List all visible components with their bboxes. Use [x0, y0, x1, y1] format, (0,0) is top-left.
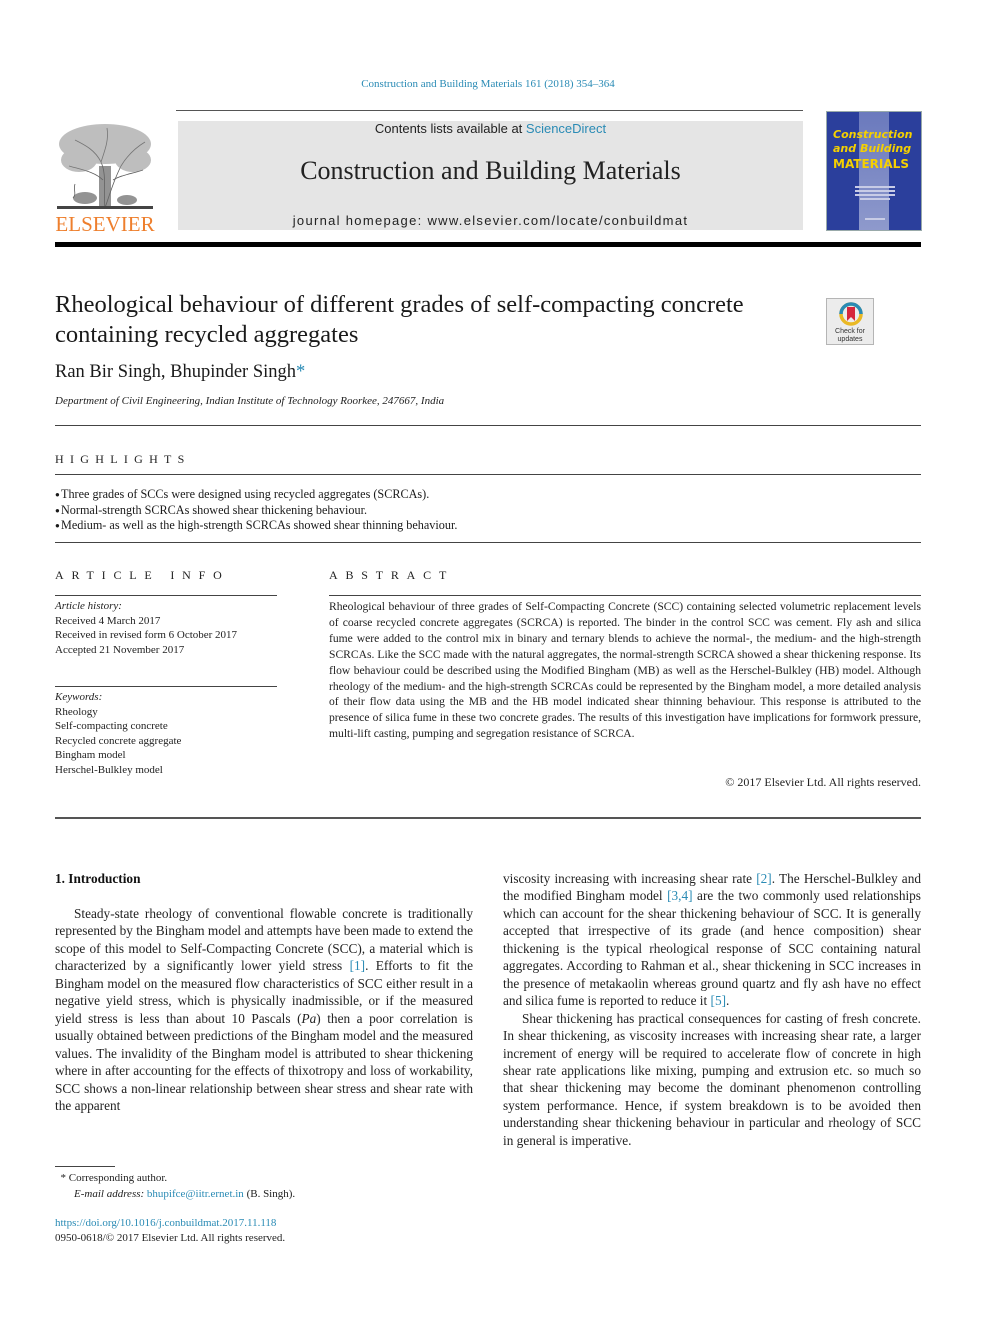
author-names: Ran Bir Singh, Bhupinder Singh [55, 362, 297, 382]
doi-link[interactable]: https://doi.org/10.1016/j.conbuildmat.20… [55, 1216, 285, 1231]
keyword-item: Bingham model [55, 749, 126, 761]
keyword-item: Self-compacting concrete [55, 720, 168, 732]
unit-pa: Pa [301, 1010, 317, 1026]
journal-title: Construction and Building Materials [300, 156, 681, 185]
elsevier-logo[interactable]: ELSEVIER [55, 120, 155, 236]
doi-block: https://doi.org/10.1016/j.conbuildmat.20… [55, 1216, 285, 1246]
highlight-item: ●Three grades of SCCs were designed usin… [55, 487, 921, 503]
journal-homepage: journal homepage: www.elsevier.com/locat… [178, 213, 803, 228]
check-updates-line2: updates [837, 335, 863, 343]
body-column-right: viscosity increasing with increasing she… [503, 870, 921, 1149]
homepage-label: journal homepage: [292, 213, 428, 228]
corresponding-author-note: * Corresponding author. [55, 1170, 295, 1186]
elsevier-tree-icon [57, 124, 153, 209]
masthead-top-rule [176, 110, 803, 111]
divider [55, 542, 921, 543]
cover-fine-print [855, 186, 895, 188]
article-history-label: Article history: [55, 600, 122, 612]
citation-ref-5[interactable]: [5] [711, 993, 727, 1008]
contents-prefix: Contents lists available at [374, 121, 526, 136]
journal-citation-link[interactable]: Construction and Building Materials 161 … [0, 78, 976, 90]
divider [55, 686, 277, 687]
keywords-label: Keywords: [55, 691, 103, 703]
cover-fine-print [855, 190, 895, 192]
email-line: E-mail address: bhupifce@iitr.ernet.in (… [55, 1186, 295, 1202]
text-run: ) then a poor correlation is usually obt… [55, 1010, 473, 1113]
highlight-text: Medium- as well as the high-strength SCR… [61, 518, 458, 532]
email-suffix: (B. Singh). [243, 1188, 296, 1200]
text-run: are the two commonly used relationships … [503, 888, 921, 1009]
paragraph: Shear thickening has practical consequen… [503, 1010, 921, 1148]
history-revised: Received in revised form 6 October 2017 [55, 629, 238, 641]
keyword-item: Recycled concrete aggregate [55, 734, 182, 747]
abstract-body: Rheological behaviour of three grades of… [329, 600, 921, 741]
text-run: . [726, 993, 730, 1009]
history-accepted: Accepted 21 November 2017 [55, 643, 185, 656]
divider [55, 817, 921, 819]
cover-fine-print [855, 194, 895, 196]
body-column-left: Steady-state rheology of conventional fl… [55, 905, 473, 1114]
divider [329, 595, 921, 596]
divider [55, 474, 921, 475]
abstract-heading: ABSTRACT [329, 568, 455, 582]
issn-copyright: 0950-0618/© 2017 Elsevier Ltd. All right… [55, 1232, 286, 1244]
footnote: * Corresponding author. E-mail address: … [55, 1170, 296, 1202]
footnote-rule [55, 1166, 115, 1167]
keyword-item: Herschel-Bulkley model [55, 763, 163, 776]
corresponding-label: Corresponding author. [68, 1172, 168, 1184]
contents-line: Contents lists available at ScienceDirec… [178, 121, 803, 136]
article-info-heading: ARTICLE INFO [55, 568, 230, 582]
email-link[interactable]: bhupifce@iitr.ernet.in [147, 1188, 244, 1200]
paragraph: Steady-state rheology of conventional fl… [55, 905, 473, 1114]
keywords: Keywords: Rheology Self-compacting concr… [55, 690, 277, 777]
elsevier-wordmark: ELSEVIER [55, 212, 155, 236]
highlight-text: Normal-strength SCRCAs showed shear thic… [61, 502, 367, 517]
corresponding-author-marker[interactable]: * [296, 362, 305, 382]
highlight-item: ●Normal-strength SCRCAs showed shear thi… [55, 503, 921, 519]
keyword-item: Rheology [55, 705, 98, 718]
check-for-updates-button[interactable]: Check for updates [826, 298, 874, 345]
article-history: Article history: Received 4 March 2017 R… [55, 599, 277, 657]
cover-fine-print [860, 198, 890, 200]
journal-cover-thumbnail[interactable]: Construction and Building MATERIALS [826, 111, 922, 231]
masthead-bottom-rule [55, 242, 921, 247]
divider [55, 425, 921, 426]
highlights-heading: HIGHLIGHTS [55, 452, 191, 466]
history-received: Received 4 March 2017 [55, 614, 161, 627]
citation-ref-3-4[interactable]: [3,4] [667, 888, 692, 903]
check-for-updates-label: Check for updates [827, 328, 873, 343]
footnote-mark: * [60, 1172, 67, 1184]
abstract-copyright: © 2017 Elsevier Ltd. All rights reserved… [725, 775, 921, 789]
check-updates-line1: Check for [835, 328, 865, 335]
sciencedirect-link[interactable]: ScienceDirect [526, 121, 606, 136]
highlight-item: ●Medium- as well as the high-strength SC… [55, 518, 921, 534]
cover-title-line2: and Building [833, 142, 912, 155]
cover-title-line1: Construction [833, 128, 913, 141]
divider [55, 595, 277, 596]
citation-ref-2[interactable]: [2] [756, 871, 772, 886]
homepage-url-link[interactable]: www.elsevier.com/locate/conbuildmat [427, 213, 688, 228]
paragraph: viscosity increasing with increasing she… [503, 870, 921, 1010]
section-heading-introduction: 1. Introduction [55, 871, 141, 886]
email-label: E-mail address: [74, 1188, 145, 1200]
author-affiliation: Department of Civil Engineering, Indian … [55, 395, 445, 407]
text-run: viscosity increasing with increasing she… [503, 871, 757, 886]
cover-title-line3: MATERIALS [833, 157, 909, 171]
crossmark-icon [839, 302, 863, 326]
author-list: Ran Bir Singh, Bhupinder Singh* [55, 362, 305, 383]
article-title: Rheological behaviour of different grade… [55, 291, 744, 348]
highlights-list: ●Three grades of SCCs were designed usin… [55, 487, 921, 534]
citation-ref-1[interactable]: [1] [350, 958, 366, 973]
cover-fine-print [865, 218, 885, 220]
highlight-text: Three grades of SCCs were designed using… [61, 487, 430, 501]
